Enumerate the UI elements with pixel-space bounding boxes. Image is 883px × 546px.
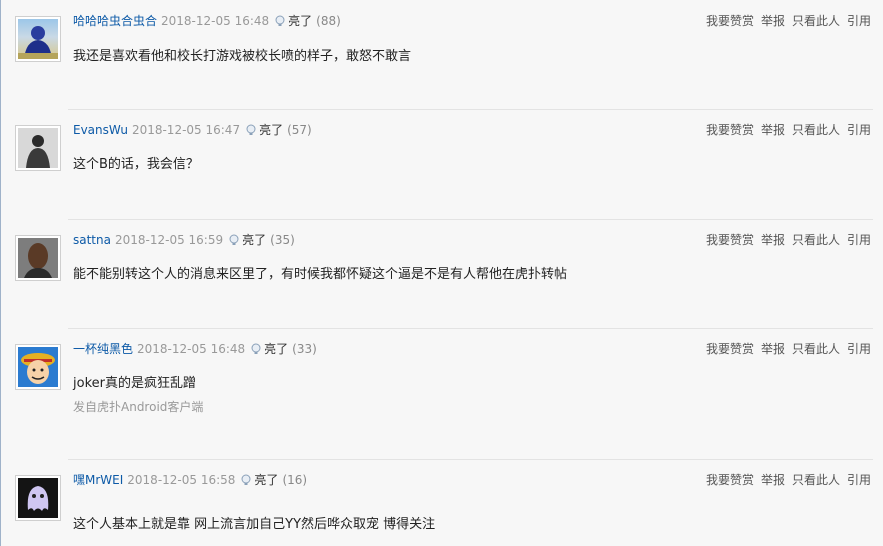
reply-item: EvansWu 2018-12-05 16:47 亮了 (57) 我要赞赏 举报 只看此人… xyxy=(0,109,883,219)
only-this-user-link[interactable]: 只看此人 xyxy=(792,14,840,28)
lightbulb-icon[interactable] xyxy=(228,234,240,246)
lightbulb-icon[interactable] xyxy=(274,15,286,27)
divider xyxy=(68,328,873,329)
avatar-figure-icon xyxy=(18,478,58,518)
reply-content: 我还是喜欢看他和校长打游戏被校长喷的样子，敢怒不敢言 xyxy=(73,49,412,64)
reply-actions: 我要赞赏 举报 只看此人 引用 xyxy=(699,232,871,248)
username-link[interactable]: EvansWu xyxy=(73,123,128,137)
post-source: 发自虎扑Android客户端 xyxy=(73,400,204,414)
divider xyxy=(68,459,873,460)
reply-item: 一杯纯黑色 2018-12-05 16:48 亮了 (33) 我要赞赏 举报 只看此人 引用… xyxy=(0,328,883,459)
reward-link[interactable]: 我要赞赏 xyxy=(706,342,754,356)
divider xyxy=(68,219,873,220)
post-time: 2018-12-05 16:48 xyxy=(137,342,246,356)
reply-content: 能不能别转这个人的消息来区里了，有时候我都怀疑这个逼是不是有人帮他在虎扑转帖 xyxy=(73,267,568,282)
lightbulb-icon[interactable] xyxy=(250,343,262,355)
report-link[interactable]: 举报 xyxy=(761,473,785,487)
only-this-user-link[interactable]: 只看此人 xyxy=(792,123,840,137)
post-time: 2018-12-05 16:47 xyxy=(131,123,241,137)
report-link[interactable]: 举报 xyxy=(761,123,785,137)
username-link[interactable]: 嘿MrWEI xyxy=(73,473,123,487)
reply-item: 嘿MrWEI 2018-12-05 16:58 亮了 (16) 我要赞赏 举报 只看此人引… xyxy=(0,459,883,546)
reward-link[interactable]: 我要赞赏 xyxy=(706,123,754,137)
avatar[interactable] xyxy=(15,475,61,521)
avatar-figure-icon xyxy=(18,128,58,168)
reply-actions: 我要赞赏 举报 只看此人 引用 xyxy=(699,472,871,488)
quote-link[interactable]: 引用 xyxy=(847,14,871,28)
lightbulb-icon[interactable] xyxy=(245,124,257,136)
post-time: 2018-12-05 16:59 xyxy=(114,233,224,247)
username-link[interactable]: 哈哈哈虫合虫合 xyxy=(73,14,157,28)
reward-link[interactable]: 我要赞赏 xyxy=(706,233,754,247)
reply-content: 这个人基本上就是靠 网上流言加自己YY然后哗众取宠 博得关注 xyxy=(73,517,436,532)
avatar-figure-icon xyxy=(18,238,58,278)
light-count: (16) xyxy=(282,473,308,487)
report-link[interactable]: 举报 xyxy=(761,342,785,356)
avatar[interactable] xyxy=(15,235,61,281)
quote-link[interactable]: 引用 xyxy=(847,233,871,247)
reply-item: 哈哈哈虫合虫合 2018-12-05 16:48 亮了 (88) 我要赞赏 举报 只看此人… xyxy=(0,0,883,109)
report-link[interactable]: 举报 xyxy=(761,233,785,247)
quote-link[interactable]: 引用 xyxy=(847,342,871,356)
quote-link[interactable]: 引用 xyxy=(847,473,871,487)
only-this-user-link[interactable]: 只看此人 xyxy=(792,233,840,247)
post-time: 2018-12-05 16:58 xyxy=(127,473,236,487)
light-count: (57) xyxy=(287,123,312,137)
light-label[interactable]: 亮了 xyxy=(254,473,278,487)
avatar-figure-icon xyxy=(18,26,58,59)
only-this-user-link[interactable]: 只看此人 xyxy=(792,473,840,487)
divider xyxy=(68,109,873,110)
reply-actions: 我要赞赏 举报 只看此人 引用 xyxy=(699,341,871,357)
username-link[interactable]: sattna xyxy=(73,233,111,247)
light-label[interactable]: 亮了 xyxy=(264,342,288,356)
avatar[interactable] xyxy=(15,16,61,62)
avatar[interactable] xyxy=(15,344,61,390)
username-link[interactable]: 一杯纯黑色 xyxy=(73,342,133,356)
quote-link[interactable]: 引用 xyxy=(847,123,871,137)
light-label[interactable]: 亮了 xyxy=(288,14,312,28)
light-label[interactable]: 亮了 xyxy=(242,233,266,247)
reply-item: sattna 2018-12-05 16:59 亮了 (35) 我要赞赏 举报 只看此人引… xyxy=(0,219,883,328)
light-count: (88) xyxy=(316,14,341,28)
reply-content: joker真的是疯狂乱蹭 xyxy=(73,376,196,391)
lightbulb-icon[interactable] xyxy=(240,474,252,486)
reply-actions: 我要赞赏 举报 只看此人 引用 xyxy=(699,13,871,29)
reply-actions: 我要赞赏 举报 只看此人 引用 xyxy=(699,122,871,138)
light-count: (35) xyxy=(270,233,295,247)
reward-link[interactable]: 我要赞赏 xyxy=(706,473,754,487)
only-this-user-link[interactable]: 只看此人 xyxy=(792,342,840,356)
reward-link[interactable]: 我要赞赏 xyxy=(706,14,754,28)
light-count: (33) xyxy=(292,342,317,356)
avatar-figure-icon xyxy=(18,347,58,387)
report-link[interactable]: 举报 xyxy=(761,14,785,28)
post-time: 2018-12-05 16:48 xyxy=(161,14,270,28)
light-label[interactable]: 亮了 xyxy=(259,123,283,137)
avatar[interactable] xyxy=(15,125,61,171)
reply-content: 这个B的话，我会信？ xyxy=(73,157,199,172)
